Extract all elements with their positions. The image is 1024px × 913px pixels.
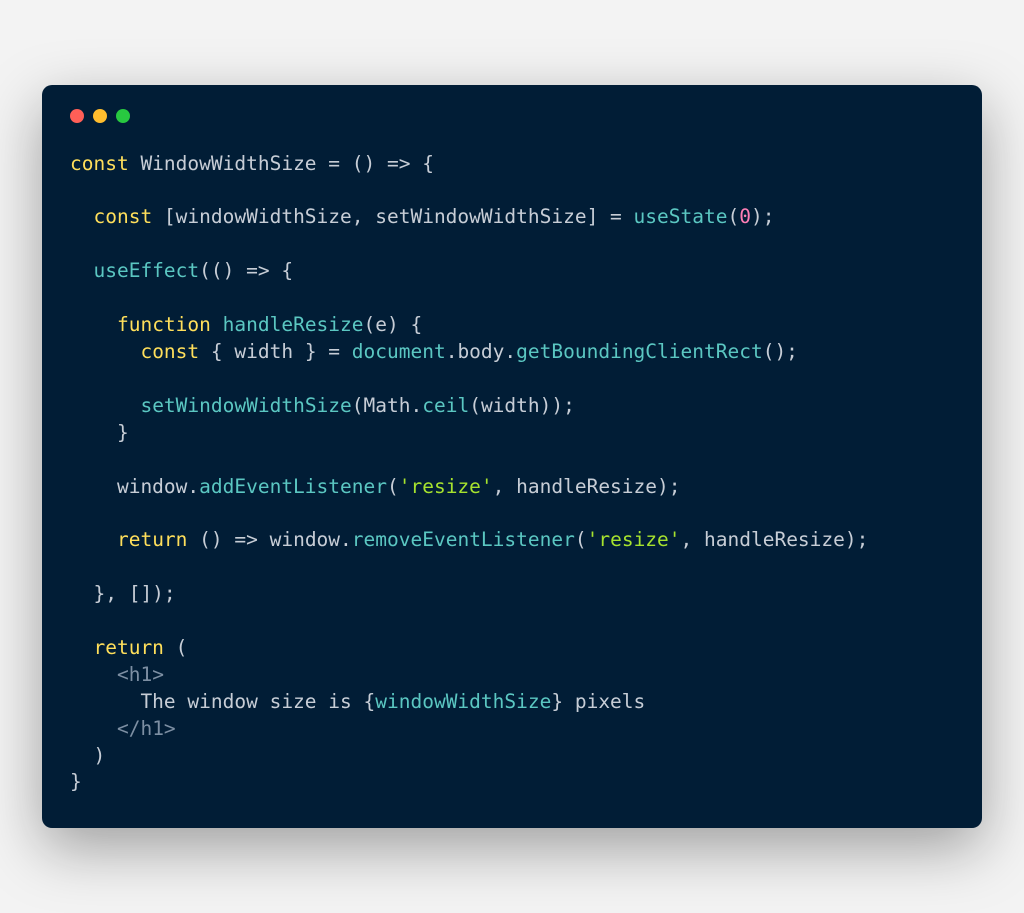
code-token-plain: , handleResize); [493, 475, 681, 498]
code-token-fn: document [352, 340, 446, 363]
code-line: ) [70, 744, 105, 767]
minimize-icon[interactable] [93, 109, 107, 123]
code-token-string: 'resize' [587, 528, 681, 551]
code-token-fn: ceil [422, 394, 469, 417]
code-token-keyword: return [117, 528, 187, 551]
code-token-plain: }, []); [70, 582, 176, 605]
code-line: return () => window.removeEventListener(… [70, 528, 868, 551]
code-token-keyword: return [93, 636, 163, 659]
code-line: setWindowWidthSize(Math.ceil(width)); [70, 394, 575, 417]
code-token-plain: ) [70, 744, 105, 767]
code-token-plain [70, 528, 117, 551]
code-token-keyword: const [70, 152, 129, 175]
code-line: <h1> [70, 663, 164, 686]
code-token-plain: ); [751, 205, 774, 228]
code-block: const WindowWidthSize = () => { const [w… [70, 151, 954, 797]
code-token-plain: ( [727, 205, 739, 228]
code-token-plain: , handleResize); [681, 528, 869, 551]
code-line: } [70, 770, 82, 793]
code-token-fn: getBoundingClientRect [516, 340, 763, 363]
code-token-fn: useState [634, 205, 728, 228]
code-token-plain [70, 663, 117, 686]
code-token-number: 0 [739, 205, 751, 228]
code-token-fn: setWindowWidthSize [140, 394, 351, 417]
code-token-plain: ( [575, 528, 587, 551]
code-line: return ( [70, 636, 187, 659]
code-line: function handleResize(e) { [70, 313, 422, 336]
code-token-plain: [windowWidthSize, setWindowWidthSize] = [152, 205, 633, 228]
code-token-keyword: function [117, 313, 211, 336]
code-line: }, []); [70, 582, 176, 605]
code-token-plain [70, 313, 117, 336]
code-token-keyword: const [140, 340, 199, 363]
code-token-plain: } pixels [551, 690, 645, 713]
code-token-plain: { width } = [199, 340, 352, 363]
code-token-plain [70, 717, 117, 740]
code-token-plain: ( [387, 475, 399, 498]
code-line: } [70, 421, 129, 444]
code-token-plain [70, 340, 140, 363]
code-token-plain: } [70, 421, 129, 444]
code-token-keyword: const [93, 205, 152, 228]
code-window: const WindowWidthSize = () => { const [w… [42, 85, 982, 829]
code-token-plain: .body. [446, 340, 516, 363]
code-token-fn: handleResize [223, 313, 364, 336]
code-line: The window size is {windowWidthSize} pix… [70, 690, 645, 713]
code-token-fn: windowWidthSize [375, 690, 551, 713]
code-line: const WindowWidthSize = () => { [70, 152, 434, 175]
code-token-fn: removeEventListener [352, 528, 575, 551]
code-token-plain [70, 259, 93, 282]
code-token-plain: () => window. [187, 528, 351, 551]
code-token-tag: </h1> [117, 717, 176, 740]
code-token-plain: The window size is { [70, 690, 375, 713]
code-line: const { width } = document.body.getBound… [70, 340, 798, 363]
code-token-plain: } [70, 770, 82, 793]
window-controls [70, 109, 954, 123]
code-line: useEffect(() => { [70, 259, 293, 282]
code-token-plain: (() => { [199, 259, 293, 282]
code-token-plain: ( [164, 636, 187, 659]
code-token-plain [70, 394, 140, 417]
code-token-plain: (Math. [352, 394, 422, 417]
code-token-string: 'resize' [399, 475, 493, 498]
code-token-plain: (); [763, 340, 798, 363]
code-token-tag: <h1> [117, 663, 164, 686]
code-token-plain [211, 313, 223, 336]
code-token-plain: window. [70, 475, 199, 498]
code-line: </h1> [70, 717, 176, 740]
code-token-plain: (width)); [469, 394, 575, 417]
code-token-fn: addEventListener [199, 475, 387, 498]
close-icon[interactable] [70, 109, 84, 123]
code-token-plain: (e) { [364, 313, 423, 336]
code-line: window.addEventListener('resize', handle… [70, 475, 681, 498]
code-token-plain: WindowWidthSize = () => { [129, 152, 434, 175]
code-token-plain [70, 205, 93, 228]
code-line: const [windowWidthSize, setWindowWidthSi… [70, 205, 774, 228]
code-token-fn: useEffect [93, 259, 199, 282]
maximize-icon[interactable] [116, 109, 130, 123]
code-token-plain [70, 636, 93, 659]
